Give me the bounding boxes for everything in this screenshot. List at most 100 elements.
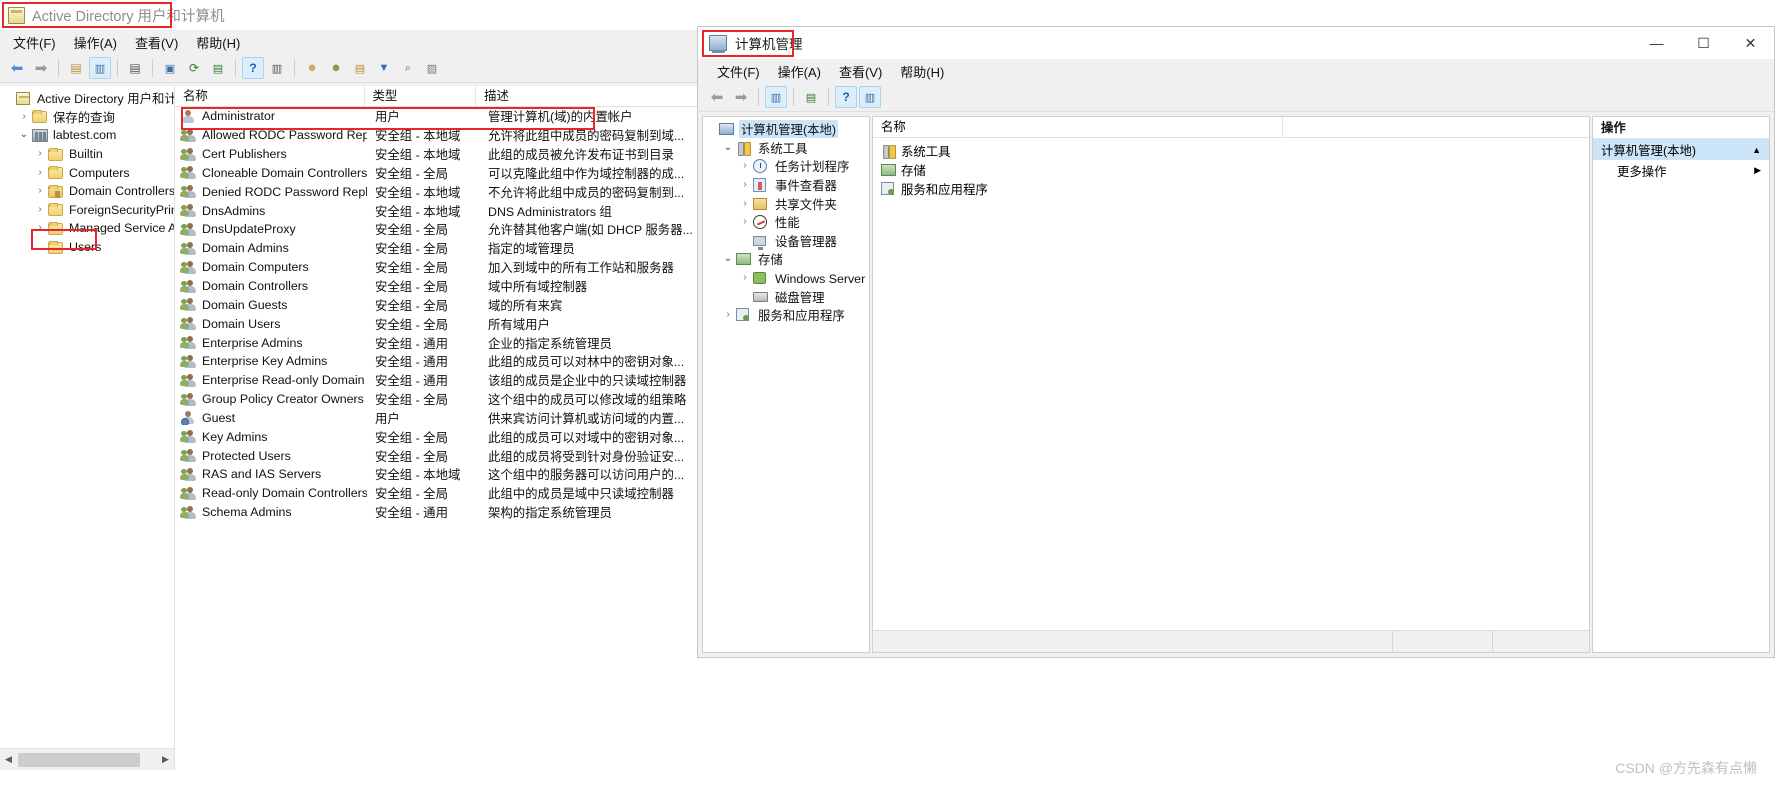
menu-file[interactable]: 文件(F) xyxy=(4,30,65,55)
cmw-list-item[interactable]: 系统工具 xyxy=(873,141,1589,160)
aduc-tree-node[interactable]: › Builtin xyxy=(0,145,174,164)
properties-icon[interactable]: ▤ xyxy=(124,57,146,79)
aduc-tree-node[interactable]: › Domain Controllers xyxy=(0,182,174,201)
cmw-tree-node[interactable]: ⌄ 系统工具 xyxy=(703,139,869,158)
scroll-left-icon[interactable]: ◀ xyxy=(0,754,17,765)
aduc-tree-node-label: labtest.com xyxy=(53,128,117,143)
aduc-tree-node[interactable]: Users xyxy=(0,238,174,257)
new-group-icon[interactable]: ☻ xyxy=(325,57,347,79)
up-folder-icon[interactable]: ▤ xyxy=(65,57,87,79)
show-console-tree-icon[interactable]: ▥ xyxy=(266,57,288,79)
chevron-right-icon[interactable]: › xyxy=(737,217,753,227)
menu-action[interactable]: 操作(A) xyxy=(65,30,126,55)
cmw-tree-node[interactable]: ⌄ 存储 xyxy=(703,250,869,269)
cmw-tree[interactable]: 计算机管理(本地) ⌄ 系统工具 › 任务计划程序 › 事件查看器 › 共享文件夹 › 性能 设备管理… xyxy=(703,117,869,325)
aduc-tree-node[interactable]: › Managed Service Accounts xyxy=(0,219,174,238)
back-arrow-icon[interactable]: ⬅ xyxy=(6,57,28,79)
show-tree-icon[interactable]: ▥ xyxy=(89,57,111,79)
refresh-icon[interactable]: ⟳ xyxy=(183,57,205,79)
cmw-menu-view[interactable]: 查看(V) xyxy=(830,59,891,84)
cmw-help-icon[interactable]: ? xyxy=(835,86,857,108)
cmw-tree-node[interactable]: › 共享文件夹 xyxy=(703,194,869,213)
filter-icon[interactable]: ▼ xyxy=(373,57,395,79)
chevron-right-icon[interactable]: › xyxy=(737,180,753,190)
cell-type: 安全组 - 全局 xyxy=(375,242,448,257)
chevron-down-icon[interactable]: ⌄ xyxy=(16,130,32,140)
cmw-forward-arrow-icon[interactable]: ➡ xyxy=(730,86,752,108)
cmw-tree-node[interactable]: › 服务和应用程序 xyxy=(703,306,869,325)
cell-name: Domain Controllers xyxy=(175,279,367,294)
cmw-result-list[interactable]: 系统工具 存储 服务和应用程序 xyxy=(873,138,1589,198)
aduc-toolbar: ⬅ ➡ ▤ ▥ ▤ ▣ ⟳ ▤ ? ▥ ☻ ☻ ▤ ▼ ⌕ ▨ xyxy=(0,54,790,83)
cmw-tree-node[interactable]: 计算机管理(本地) xyxy=(703,120,869,139)
column-header-name[interactable]: 名称 xyxy=(175,86,365,107)
cmw-menu-file[interactable]: 文件(F) xyxy=(708,59,769,84)
refresh-panel-icon[interactable]: ▣ xyxy=(159,57,181,79)
chevron-right-icon[interactable]: › xyxy=(720,310,736,320)
aduc-tree-node[interactable]: ⌄ labtest.com xyxy=(0,126,174,145)
chevron-right-icon[interactable]: › xyxy=(32,186,48,196)
group-icon xyxy=(180,184,197,199)
cmw-list-item[interactable]: 存储 xyxy=(873,160,1589,179)
forward-arrow-icon[interactable]: ➡ xyxy=(30,57,52,79)
chevron-right-icon[interactable]: › xyxy=(32,149,48,159)
cmw-list-item-label: 系统工具 xyxy=(901,144,951,159)
aduc-tree-node[interactable]: › ForeignSecurityPrincipals xyxy=(0,201,174,220)
scroll-right-icon[interactable]: ▶ xyxy=(157,754,174,765)
maximize-button[interactable]: ☐ xyxy=(1680,27,1727,59)
minimize-button[interactable]: — xyxy=(1633,27,1680,59)
chevron-right-icon[interactable]: › xyxy=(16,111,32,122)
chevron-down-icon[interactable]: ⌄ xyxy=(720,142,736,153)
aduc-tree-node[interactable]: › Computers xyxy=(0,163,174,182)
scroll-thumb[interactable] xyxy=(18,753,140,767)
chevron-right-icon[interactable]: › xyxy=(737,161,753,171)
cell-name-text: DnsAdmins xyxy=(202,203,266,218)
cmw-tree-node[interactable]: 设备管理器 xyxy=(703,232,869,251)
cmw-column-header-name[interactable]: 名称 xyxy=(873,117,1283,138)
export-list-icon[interactable]: ▤ xyxy=(207,57,229,79)
chevron-up-icon[interactable]: ▲ xyxy=(1752,145,1761,155)
chevron-down-icon[interactable]: ⌄ xyxy=(720,254,736,264)
cmw-tree-pane[interactable]: 计算机管理(本地) ⌄ 系统工具 › 任务计划程序 › 事件查看器 › 共享文件夹 › 性能 设备管理… xyxy=(702,116,870,653)
new-user-icon[interactable]: ☻ xyxy=(301,57,323,79)
saved-query-icon[interactable]: ▨ xyxy=(421,57,443,79)
column-header-type[interactable]: 类型 xyxy=(365,86,477,107)
aduc-tree-node[interactable]: Active Directory 用户和计算机 xyxy=(0,89,174,108)
menu-view[interactable]: 查看(V) xyxy=(126,30,187,55)
help-icon[interactable]: ? xyxy=(242,57,264,79)
cmw-tree-node[interactable]: › 事件查看器 xyxy=(703,176,869,195)
close-button[interactable]: ✕ xyxy=(1727,27,1774,59)
toolbar-separator-3 xyxy=(152,59,153,77)
aduc-tree-node[interactable]: › 保存的查询 xyxy=(0,108,174,127)
cmw-titlebar[interactable]: 计算机管理 — ☐ ✕ xyxy=(698,27,1774,59)
find-icon[interactable]: ⌕ xyxy=(397,57,419,79)
cell-name: Schema Admins xyxy=(175,505,367,520)
aduc-tree[interactable]: Active Directory 用户和计算机 › 保存的查询 ⌄ labtest.co… xyxy=(0,86,174,748)
tree-horizontal-scrollbar[interactable]: ◀ ▶ xyxy=(0,748,174,770)
cmw-tree-node[interactable]: 磁盘管理 xyxy=(703,287,869,306)
cmw-menu-action[interactable]: 操作(A) xyxy=(769,59,830,84)
cmw-tree-node-label: 存储 xyxy=(758,253,783,268)
cmw-tree-node[interactable]: › 性能 xyxy=(703,213,869,232)
chevron-right-icon[interactable]: › xyxy=(32,167,48,178)
cmw-export-list-icon[interactable]: ▤ xyxy=(800,86,822,108)
chevron-right-icon[interactable]: › xyxy=(737,273,753,283)
cmw-show-console-tree-icon[interactable]: ▥ xyxy=(859,86,881,108)
chevron-right-icon[interactable]: › xyxy=(32,223,48,233)
group-icon xyxy=(180,486,197,501)
cmw-menu-help[interactable]: 帮助(H) xyxy=(891,59,953,84)
aduc-titlebar[interactable]: Active Directory 用户和计算机 xyxy=(0,0,790,30)
cmw-back-arrow-icon[interactable]: ⬅ xyxy=(706,86,728,108)
chevron-right-icon[interactable]: ▶ xyxy=(1754,165,1761,176)
actions-selected-scope[interactable]: 计算机管理(本地) ▲ xyxy=(1593,139,1769,160)
cmw-list-item[interactable]: 服务和应用程序 xyxy=(873,179,1589,198)
menu-help[interactable]: 帮助(H) xyxy=(187,30,249,55)
cmw-show-tree-icon[interactable]: ▥ xyxy=(765,86,787,108)
chevron-right-icon[interactable]: › xyxy=(737,198,753,209)
chevron-right-icon[interactable]: › xyxy=(32,204,48,215)
cmw-tree-node[interactable]: › Windows Server 备份 xyxy=(703,269,869,288)
cmw-tree-node[interactable]: › 任务计划程序 xyxy=(703,157,869,176)
new-ou-icon[interactable]: ▤ xyxy=(349,57,371,79)
action-more-actions[interactable]: 更多操作 ▶ xyxy=(1593,160,1769,181)
cell-name: DnsUpdateProxy xyxy=(175,222,367,237)
